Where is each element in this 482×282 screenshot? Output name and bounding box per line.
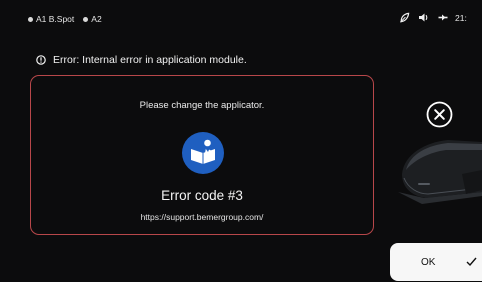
status-icons: 21: (398, 11, 467, 24)
slot-label: A2 (91, 14, 102, 24)
error-banner: Error: Internal error in application mod… (36, 54, 247, 66)
bluetooth-icon (436, 11, 449, 24)
info-circle-icon (36, 55, 46, 65)
slot-dot-icon (28, 16, 33, 22)
close-button[interactable] (426, 101, 453, 128)
applicator-slots: A1 B.Spot A2 (28, 14, 111, 24)
ok-label: OK (421, 257, 436, 268)
applicator-device-icon (396, 134, 482, 208)
app-screen: A1 B.Spot A2 21: Error: Internal error i… (0, 0, 482, 282)
slot-label: A1 B.Spot (36, 14, 75, 24)
status-bar: A1 B.Spot A2 21: (0, 0, 482, 30)
leaf-icon (398, 11, 411, 24)
slot-a1: A1 B.Spot (28, 14, 74, 24)
clock: 21: (455, 12, 467, 23)
check-icon (466, 256, 477, 267)
slot-a2: A2 (83, 14, 102, 24)
close-circle-icon (426, 101, 453, 128)
dialog-message: Please change the applicator. (139, 100, 265, 111)
error-banner-text: Error: Internal error in application mod… (53, 54, 247, 66)
error-code: Error code #3 (161, 188, 243, 203)
read-manual-icon (182, 132, 224, 174)
ok-button[interactable]: OK (390, 243, 482, 281)
slot-dot-icon (83, 16, 89, 22)
speaker-icon (417, 11, 430, 24)
error-dialog: Please change the applicator. Error code… (30, 75, 374, 235)
support-url: https://support.bemergroup.com/ (140, 212, 264, 222)
